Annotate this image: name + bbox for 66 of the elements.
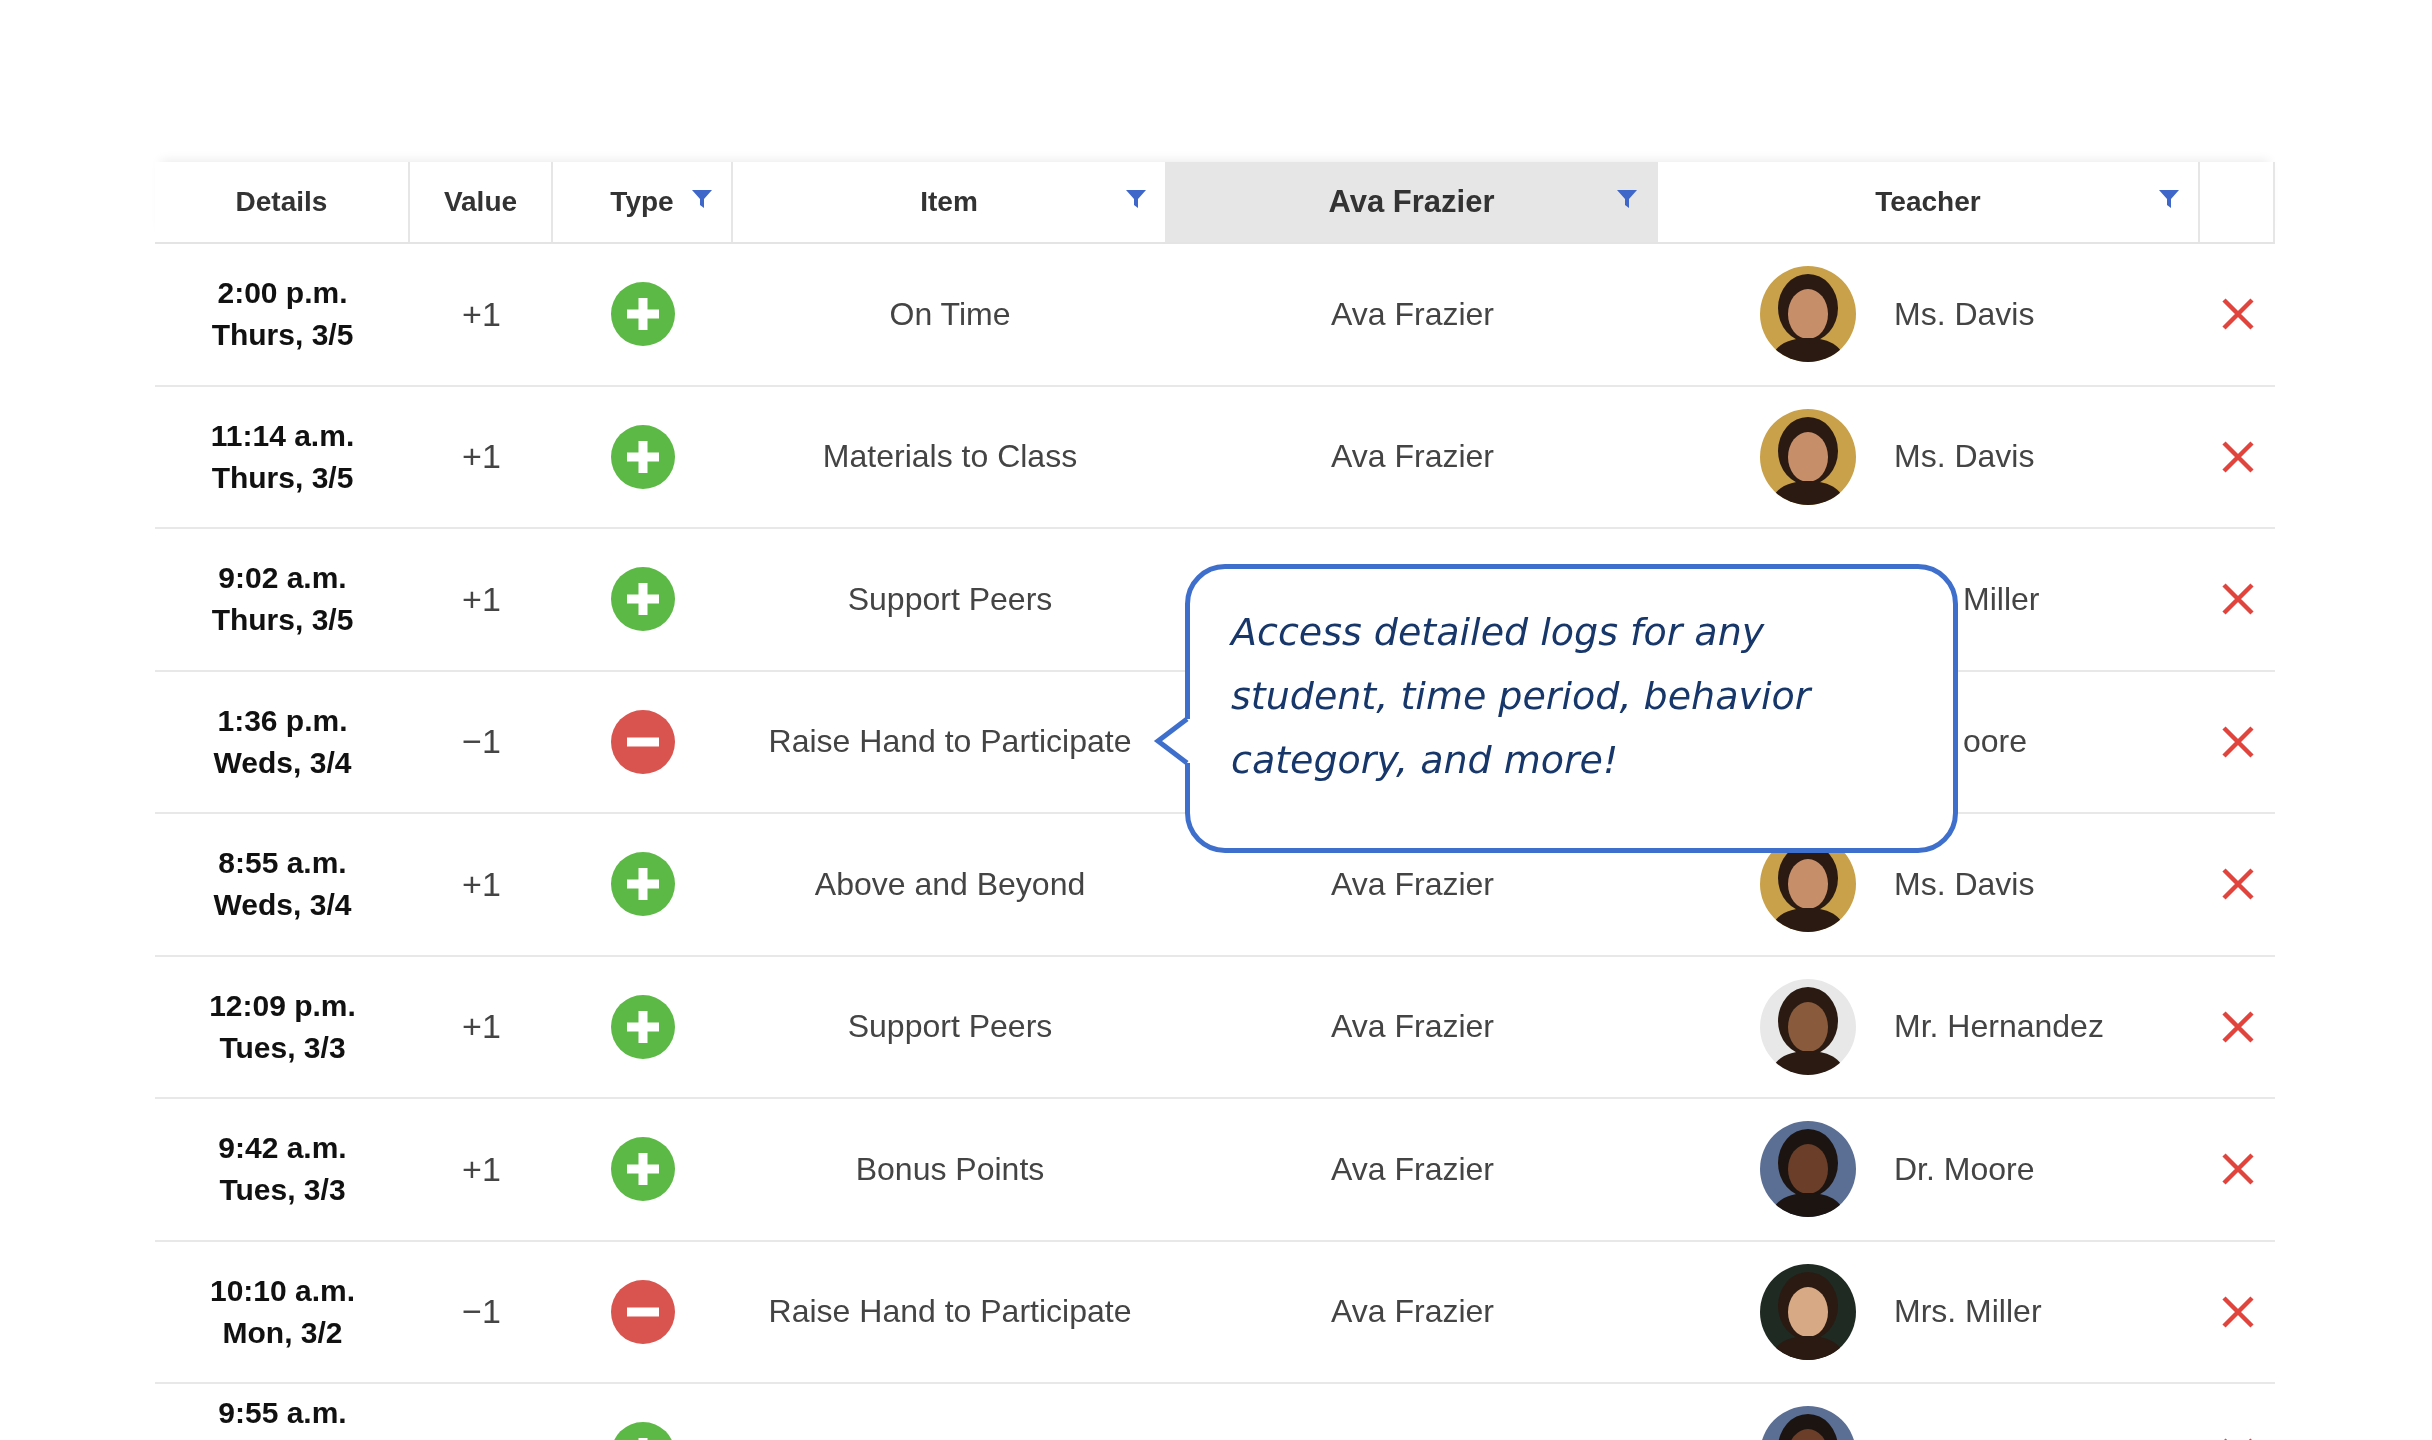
date-text: Weds, 3/4 <box>213 744 352 781</box>
date-text: Thurs, 3/5 <box>211 459 354 496</box>
point-value: +1 <box>462 864 501 904</box>
point-value: +1 <box>462 294 501 334</box>
column-header[interactable]: Teacher <box>1875 186 1981 218</box>
teacher-name: Mr. Hernandez <box>1894 1008 2104 1046</box>
time-text: 9:02 a.m. <box>218 560 347 596</box>
date-text: Tues, 3/3 <box>219 1172 346 1208</box>
close-icon[interactable] <box>2220 297 2255 332</box>
teacher-name: Dr. Moore <box>1894 1150 2035 1188</box>
filter-icon[interactable] <box>2158 188 2180 210</box>
time-text: 10:10 a.m. <box>209 1272 356 1309</box>
student-name: Ava Frazier <box>1331 438 1494 476</box>
close-icon[interactable] <box>2220 582 2255 617</box>
time-text: 9:55 a.m. <box>218 1395 347 1431</box>
point-value: +1 <box>462 579 501 619</box>
item-name: Support Peers <box>847 1008 1053 1046</box>
time-text: 11:14 a.m. <box>210 417 355 454</box>
close-icon[interactable] <box>2220 867 2255 902</box>
item-name: On Time <box>889 295 1011 333</box>
student-name: Ava Frazier <box>1331 1150 1494 1188</box>
time-text: 8:55 a.m. <box>218 845 347 881</box>
column-header[interactable]: Type <box>610 186 674 218</box>
item-name: Raise Hand to Participate <box>768 1293 1132 1331</box>
date-text: Weds, 3/4 <box>213 887 352 923</box>
teacher-name: Ms. Davis <box>1894 865 2035 903</box>
filter-icon[interactable] <box>1616 188 1638 210</box>
column-header[interactable]: Value <box>443 186 518 218</box>
item-name: Bonus Points <box>855 1150 1045 1188</box>
date-text: Thurs, 3/5 <box>211 317 354 353</box>
date-text: Mon, 3/2 <box>222 1314 343 1351</box>
time-text: 12:09 p.m. <box>209 987 356 1024</box>
point-value: +1 <box>462 437 501 477</box>
student-name: Ava Frazier <box>1331 295 1494 333</box>
callout-text: Access detailed logs for any student, time period, behavior category, and more! <box>1231 609 1814 784</box>
student-name: Ava Frazier <box>1331 1008 1494 1046</box>
date-text: Tues, 3/3 <box>219 1029 346 1066</box>
teacher-name: oore <box>1963 723 2028 761</box>
time-text: 2:00 p.m. <box>217 275 348 311</box>
close-icon[interactable] <box>2220 1294 2255 1329</box>
column-header[interactable]: Item <box>920 186 978 218</box>
point-value: −1 <box>462 1292 501 1332</box>
filter-icon[interactable] <box>691 188 713 210</box>
item-name: Raise Hand to Participate <box>768 723 1132 761</box>
close-icon[interactable] <box>2220 439 2255 474</box>
point-value: +1 <box>462 1149 501 1189</box>
teacher-name: Ms. Davis <box>1894 295 2035 333</box>
close-icon[interactable] <box>2220 1152 2255 1187</box>
student-name: Ava Frazier <box>1331 865 1494 903</box>
teacher-name: Ms. Davis <box>1894 438 2035 476</box>
item-name: Materials to Class <box>822 438 1078 476</box>
teacher-name: Miller <box>1963 580 2040 618</box>
time-text: 9:42 a.m. <box>218 1130 347 1166</box>
point-value: +1 <box>462 1007 501 1047</box>
time-text: 1:36 p.m. <box>217 702 348 739</box>
date-text: Thurs, 3/5 <box>211 602 354 638</box>
item-name: Above and Beyond <box>814 865 1086 903</box>
column-header[interactable]: Details <box>235 186 328 218</box>
column-header[interactable]: Ava Frazier <box>1328 184 1495 220</box>
student-name: Ava Frazier <box>1331 1293 1494 1331</box>
teacher-name: Mrs. Miller <box>1894 1293 2042 1331</box>
close-icon[interactable] <box>2220 1009 2255 1044</box>
close-icon[interactable] <box>2220 724 2255 759</box>
point-value: −1 <box>462 722 501 762</box>
item-name: Support Peers <box>847 580 1053 618</box>
filter-icon[interactable] <box>1125 188 1147 210</box>
